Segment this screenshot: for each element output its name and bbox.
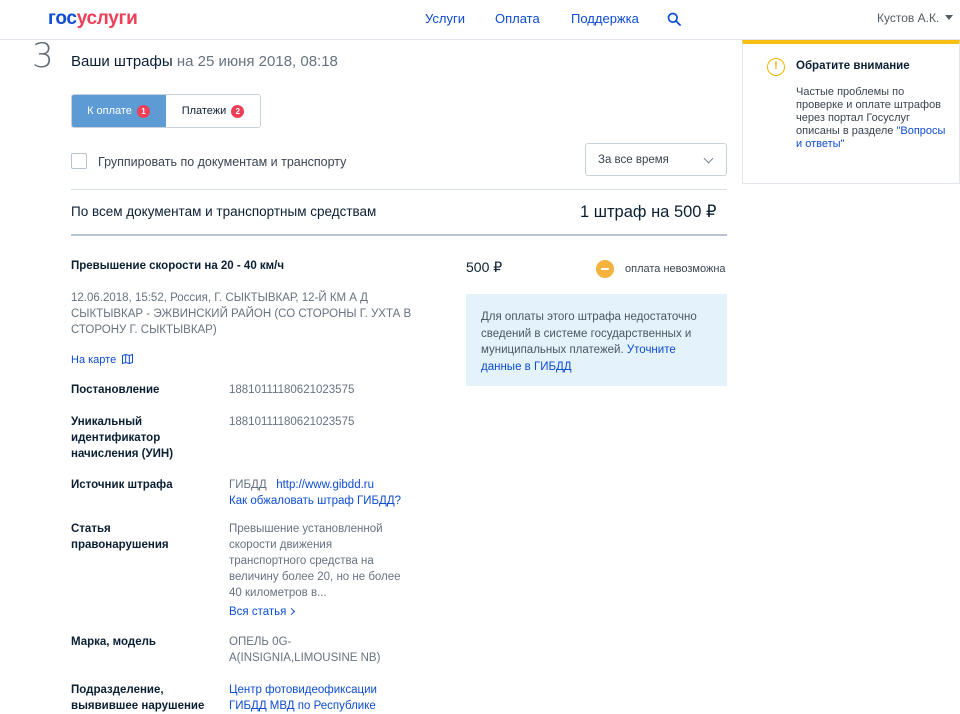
group-checkbox-label[interactable]: Группировать по документам и транспорту <box>98 155 346 169</box>
tab-payments-label: Платежи <box>181 105 227 117</box>
tab-to-pay-count: 1 <box>136 104 150 118</box>
gibdd-site-link[interactable]: http://www.gibdd.ru <box>276 479 374 491</box>
fine-amount: 500 ₽ <box>466 259 503 275</box>
decree-label: Постановление <box>71 384 160 396</box>
unit-link[interactable]: Центр фотовидеофиксации ГИБДД МВД по Рес… <box>229 684 377 712</box>
period-select[interactable]: За все время <box>585 143 727 176</box>
article-label: Статья правонарушения <box>71 523 169 551</box>
source-value: ГИБДД http://www.gibdd.ru Как обжаловать… <box>229 477 414 509</box>
search-icon[interactable] <box>667 12 681 26</box>
map-link[interactable]: На карте <box>71 354 134 366</box>
fines-tabs: К оплате 1 Платежи 2 <box>71 94 261 128</box>
car-value: ОПЕЛЬ 0G-A(INSIGNIA,LIMOUSINE NB) <box>229 636 381 664</box>
gosuslugi-logo[interactable]: госуслуги <box>48 8 138 30</box>
article-value: Превышение установленной скорости движен… <box>229 521 409 620</box>
uin-value: 18810111180621023575 <box>229 416 355 428</box>
map-link-label: На карте <box>71 354 117 366</box>
unit-value: Центр фотовидеофиксации ГИБДД МВД по Рес… <box>229 682 399 714</box>
nav-payment[interactable]: Оплата <box>495 11 540 26</box>
page-title-text: Ваши штрафы <box>71 53 173 70</box>
chevron-right-icon <box>288 607 296 616</box>
attention-text: Частые проблемы по проверке и оплате штр… <box>796 86 946 151</box>
full-article-link[interactable]: Вся статья <box>229 604 296 620</box>
payment-blocked-icon <box>596 260 614 278</box>
payment-notice: Для оплаты этого штрафа недостаточно све… <box>466 294 727 386</box>
nav-support[interactable]: Поддержка <box>571 11 639 26</box>
tab-payments[interactable]: Платежи 2 <box>166 95 260 127</box>
page-title: Ваши штрафы на 25 июня 2018, 08:18 <box>71 53 338 70</box>
warning-icon: ! <box>767 58 785 76</box>
group-checkbox[interactable] <box>71 153 87 169</box>
source-label: Источник штрафа <box>71 479 173 491</box>
attention-title: Обратите внимание <box>796 60 910 72</box>
page-title-date: на 25 июня 2018, 08:18 <box>176 53 338 70</box>
period-select-value: За все время <box>598 154 669 166</box>
article-text: Превышение установленной скорости движен… <box>229 523 401 599</box>
map-icon <box>122 354 134 364</box>
fine-status: оплата невозможна <box>625 263 726 275</box>
divider <box>71 234 727 236</box>
step-number: 3 <box>32 36 54 76</box>
appeal-link[interactable]: Как обжаловать штраф ГИБДД? <box>229 495 401 507</box>
source-name: ГИБДД <box>229 479 267 491</box>
caret-down-icon <box>945 15 954 20</box>
uin-label: Уникальный идентификатор начисления (УИН… <box>71 416 174 460</box>
user-name: Кустов А.К. <box>877 11 940 25</box>
full-article-label: Вся статья <box>229 606 287 618</box>
nav-services[interactable]: Услуги <box>425 11 465 26</box>
chevron-down-icon <box>703 153 714 164</box>
fine-address: 12.06.2018, 15:52, Россия, Г. СЫКТЫВКАР,… <box>71 292 412 336</box>
tab-to-pay[interactable]: К оплате 1 <box>72 95 166 127</box>
logo-part-1: гос <box>48 8 77 29</box>
top-bar: госуслуги Услуги Оплата Поддержка Кустов… <box>0 0 960 40</box>
unit-label: Подразделение, выявившее нарушение <box>71 684 205 712</box>
divider <box>71 189 727 190</box>
logo-part-2: услуги <box>76 8 138 29</box>
tab-to-pay-label: К оплате <box>87 105 132 117</box>
attention-panel: ! Обратите внимание Частые проблемы по п… <box>742 40 960 184</box>
user-menu[interactable]: Кустов А.К. <box>877 11 954 25</box>
summary-value: 1 штраф на 500 ₽ <box>580 203 717 221</box>
summary-label: По всем документам и транспортным средст… <box>71 204 377 219</box>
fine-title: Превышение скорости на 20 - 40 км/ч <box>71 260 285 272</box>
tab-payments-count: 2 <box>231 104 245 118</box>
decree-value: 18810111180621023575 <box>229 384 355 396</box>
car-label: Марка, модель <box>71 636 156 648</box>
